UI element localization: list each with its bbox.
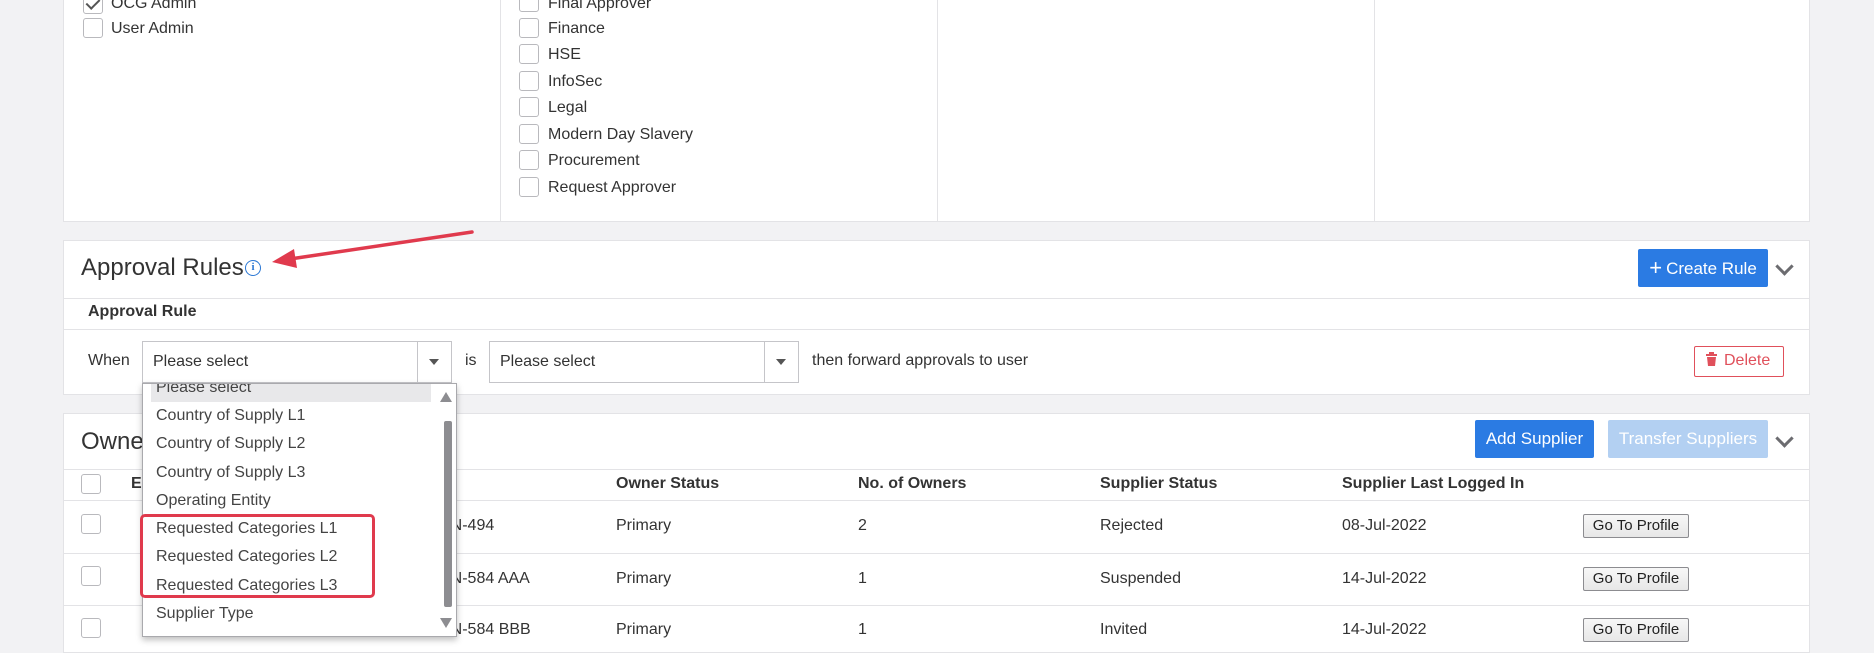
- delete-rule-button[interactable]: Delete: [1694, 346, 1784, 377]
- supplier-status: Suspended: [1100, 570, 1181, 587]
- go-to-profile-button[interactable]: Go To Profile: [1583, 567, 1689, 591]
- select-separator: [417, 342, 418, 382]
- role-label-user-admin: User Admin: [111, 20, 194, 37]
- select-separator: [764, 342, 765, 382]
- panel-divider: [64, 298, 1809, 299]
- owner-status: Primary: [616, 570, 672, 587]
- approval-rules-title: Approval Rules: [81, 254, 244, 281]
- role-checkbox-procurement[interactable]: [519, 150, 539, 170]
- owners-title: Owne: [81, 428, 144, 455]
- panel-divider: [64, 329, 1809, 330]
- owner-status: Primary: [616, 621, 672, 638]
- dropdown-scrollbar[interactable]: [438, 384, 456, 636]
- go-to-profile-button[interactable]: Go To Profile: [1583, 514, 1689, 538]
- role-checkbox-ocg-admin[interactable]: [83, 0, 103, 14]
- no-of-owners: 1: [858, 621, 867, 638]
- no-of-owners: 1: [858, 570, 867, 587]
- role-label-infosec: InfoSec: [548, 73, 603, 90]
- role-checkbox-modern-day-slavery[interactable]: [519, 124, 539, 144]
- dropdown-option[interactable]: Country of Supply L1: [156, 407, 305, 425]
- role-label-ocg-admin: OCG Admin: [111, 0, 197, 12]
- role-label-modern-day-slavery: Modern Day Slavery: [548, 126, 693, 143]
- role-checkbox-hse[interactable]: [519, 44, 539, 64]
- create-rule-button[interactable]: + Create Rule: [1638, 249, 1768, 287]
- forward-approvals-text: then forward approvals to user: [812, 352, 1029, 369]
- row-checkbox[interactable]: [81, 618, 101, 638]
- role-checkbox-legal[interactable]: [519, 97, 539, 117]
- go-to-profile-button[interactable]: Go To Profile: [1583, 618, 1689, 642]
- role-label-finance: Finance: [548, 20, 605, 37]
- dropdown-option[interactable]: Country of Supply L2: [156, 435, 305, 453]
- create-rule-label: Create Rule: [1666, 259, 1757, 278]
- is-label: is: [465, 352, 477, 369]
- role-label-procurement: Procurement: [548, 152, 640, 169]
- role-label-legal: Legal: [548, 99, 588, 116]
- annotation-highlight-box: [140, 514, 375, 598]
- dropdown-option[interactable]: Supplier Type: [156, 605, 254, 623]
- column-divider: [500, 0, 501, 222]
- caret-down-icon: [776, 359, 786, 365]
- scroll-down-arrow-icon[interactable]: [440, 618, 452, 628]
- approval-rule-subheader: Approval Rule: [88, 303, 197, 320]
- condition-field-value: Please select: [153, 353, 249, 370]
- last-logged-in: 14-Jul-2022: [1342, 621, 1427, 638]
- row-checkbox[interactable]: [81, 514, 101, 534]
- plus-icon: +: [1649, 255, 1663, 280]
- roles-panel: OCG Admin User Admin Final Approver Fina…: [63, 0, 1810, 222]
- condition-field-dropdown-list[interactable]: Please select Country of Supply L1 Count…: [142, 383, 457, 637]
- owner-status: Primary: [616, 517, 672, 534]
- role-label-final-approver: Final Approver: [548, 0, 652, 12]
- role-label-hse: HSE: [548, 46, 581, 63]
- role-checkbox-finance[interactable]: [519, 18, 539, 38]
- col-header-name[interactable]: E: [131, 475, 142, 493]
- col-header-supplier-status[interactable]: Supplier Status: [1100, 475, 1217, 493]
- when-label: When: [88, 352, 130, 369]
- condition-field-select[interactable]: Please select: [142, 341, 452, 383]
- condition-value-select[interactable]: Please select: [489, 341, 799, 383]
- supplier-status: Invited: [1100, 621, 1148, 638]
- role-label-request-approver: Request Approver: [548, 179, 677, 196]
- select-all-checkbox[interactable]: [81, 474, 101, 494]
- delete-rule-label: Delete: [1724, 352, 1771, 369]
- scrollbar-thumb[interactable]: [444, 421, 452, 607]
- last-logged-in: 08-Jul-2022: [1342, 517, 1427, 534]
- role-checkbox-infosec[interactable]: [519, 71, 539, 91]
- supplier-status: Rejected: [1100, 517, 1164, 534]
- role-checkbox-final-approver[interactable]: [519, 0, 539, 12]
- row-checkbox[interactable]: [81, 566, 101, 586]
- trash-icon: [1706, 352, 1717, 366]
- dropdown-option[interactable]: Please select: [156, 384, 251, 397]
- add-supplier-button[interactable]: Add Supplier: [1475, 420, 1594, 458]
- transfer-suppliers-button[interactable]: Transfer Suppliers: [1608, 420, 1768, 458]
- role-checkbox-user-admin[interactable]: [83, 18, 103, 38]
- col-header-no-of-owners[interactable]: No. of Owners: [858, 475, 966, 493]
- col-header-last-logged-in[interactable]: Supplier Last Logged In: [1342, 475, 1524, 493]
- last-logged-in: 14-Jul-2022: [1342, 570, 1427, 587]
- role-checkbox-request-approver[interactable]: [519, 177, 539, 197]
- dropdown-option[interactable]: Operating Entity: [156, 492, 271, 510]
- scroll-up-arrow-icon[interactable]: [440, 392, 452, 402]
- no-of-owners: 2: [858, 517, 867, 534]
- dropdown-option[interactable]: Country of Supply L3: [156, 464, 305, 482]
- info-icon[interactable]: i: [245, 260, 261, 276]
- column-divider: [937, 0, 938, 222]
- condition-value-value: Please select: [500, 353, 596, 370]
- col-header-owner-status[interactable]: Owner Status: [616, 475, 719, 493]
- caret-down-icon: [429, 359, 439, 365]
- column-divider: [1374, 0, 1375, 222]
